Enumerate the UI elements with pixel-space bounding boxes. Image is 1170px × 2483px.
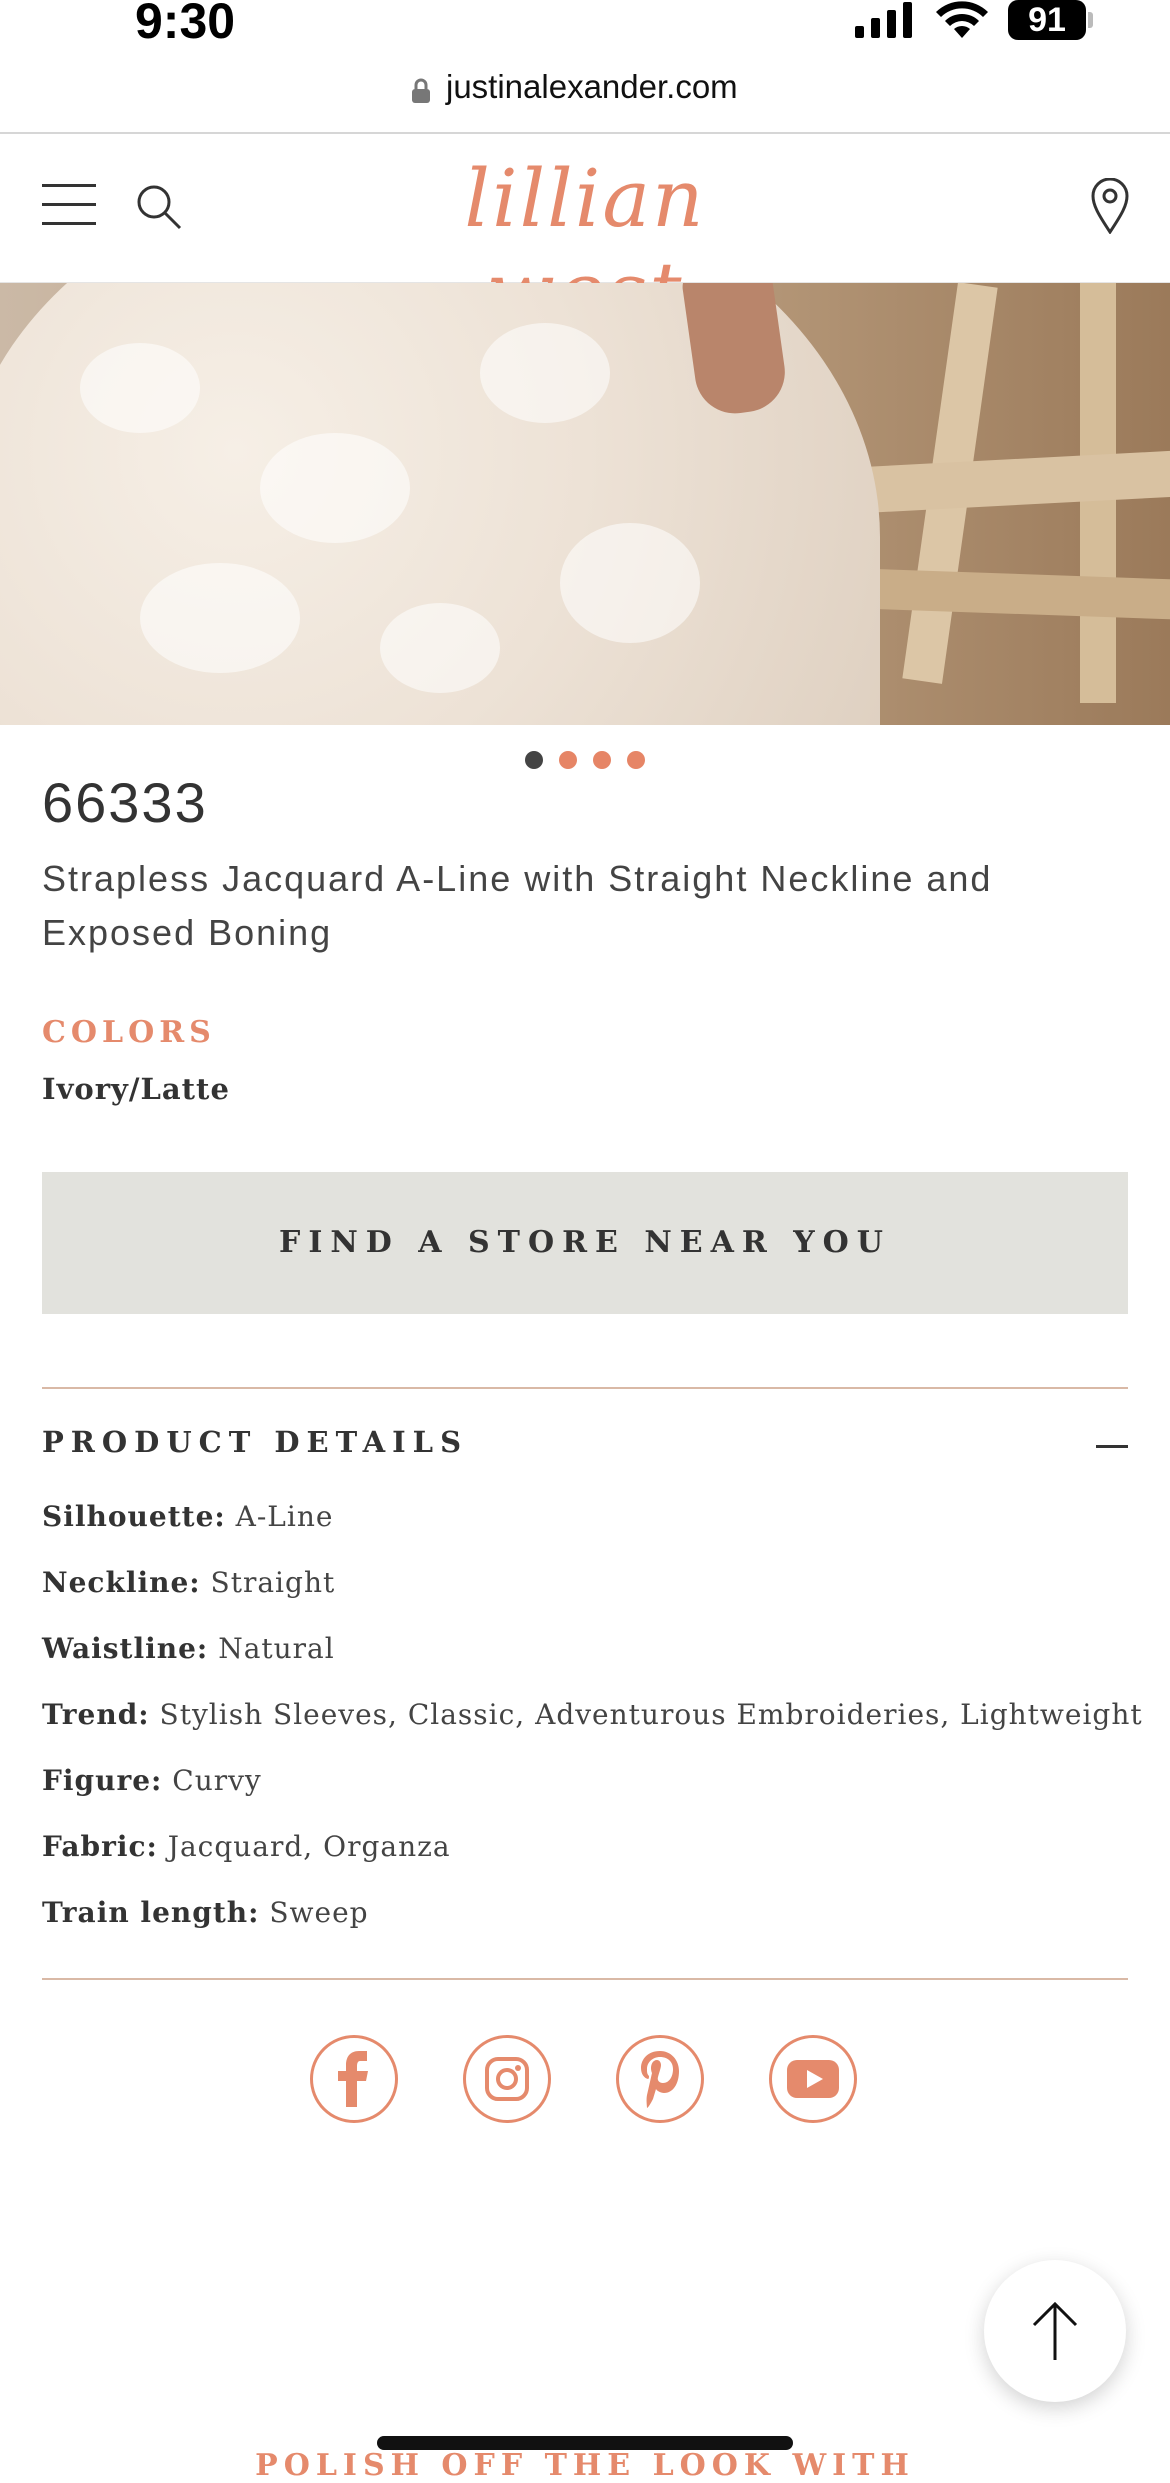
hero-lace-pattern [260, 433, 410, 543]
pinterest-icon [641, 2051, 679, 2108]
hamburger-menu-icon[interactable] [42, 182, 96, 228]
divider [42, 1978, 1128, 1980]
hero-lace-pattern [140, 563, 300, 673]
product-detail-row: Figure: Curvy [42, 1764, 262, 1797]
facebook-link[interactable] [310, 2035, 398, 2123]
hero-lace-pattern [380, 603, 500, 693]
carousel-dot[interactable] [627, 751, 645, 769]
detail-value: A-Line [235, 1500, 334, 1533]
carousel-dots [0, 751, 1170, 771]
product-title: Strapless Jacquard A-Line with Straight … [42, 858, 993, 953]
youtube-icon [787, 2060, 839, 2098]
site-header: lillian west [0, 134, 1170, 338]
carousel-dot[interactable] [525, 751, 543, 769]
url-text[interactable]: justinalexander.com [446, 68, 738, 106]
product-detail-row: Silhouette: A-Line [42, 1500, 333, 1533]
facebook-icon [338, 2051, 368, 2107]
location-pin-icon[interactable] [1090, 178, 1130, 234]
colors-label: COLORS [42, 1015, 216, 1050]
youtube-link[interactable] [769, 2035, 857, 2123]
detail-label: Fabric: [42, 1830, 158, 1863]
browser-url-bar[interactable]: justinalexander.com [0, 60, 1170, 134]
battery-indicator: 91 [1008, 0, 1086, 40]
detail-value: Curvy [172, 1764, 262, 1797]
detail-label: Trend: [42, 1698, 150, 1731]
detail-label: Neckline: [42, 1566, 201, 1599]
hero-lace-pattern [80, 343, 200, 433]
find-store-button[interactable]: FIND A STORE NEAR YOU [42, 1172, 1128, 1314]
product-detail-row: Trend: Stylish Sleeves, Classic, Adventu… [42, 1698, 1143, 1731]
wifi-icon [936, 1, 988, 38]
carousel-dot[interactable] [559, 751, 577, 769]
product-detail-row: Waistline: Natural [42, 1632, 335, 1665]
detail-label: Train length: [42, 1896, 260, 1929]
divider [42, 1387, 1128, 1389]
battery-nub [1088, 12, 1093, 28]
detail-value: Natural [218, 1632, 335, 1665]
colors-value: Ivory/Latte [42, 1072, 230, 1106]
detail-label: Waistline: [42, 1632, 209, 1665]
back-to-top-button[interactable] [984, 2260, 1126, 2402]
product-details-header[interactable]: PRODUCT DETAILS [42, 1425, 468, 1459]
detail-label: Silhouette: [42, 1500, 226, 1533]
instagram-link[interactable] [463, 2035, 551, 2123]
carousel-dot[interactable] [593, 751, 611, 769]
cellular-signal-icon [855, 2, 912, 38]
product-detail-row: Neckline: Straight [42, 1566, 335, 1599]
hero-lace-pattern [560, 523, 700, 643]
detail-value: Straight [210, 1566, 336, 1599]
product-detail-row: Train length: Sweep [42, 1896, 369, 1929]
hero-lace-pattern [480, 323, 610, 423]
collapse-minus-icon[interactable] [1096, 1445, 1128, 1448]
instagram-icon [485, 2057, 529, 2101]
lock-icon [412, 78, 430, 103]
search-icon[interactable] [136, 184, 182, 230]
polish-off-heading: POLISH OFF THE LOOK WITH [255, 2448, 915, 2483]
pinterest-link[interactable] [616, 2035, 704, 2123]
product-detail-row: Fabric: Jacquard, Organza [42, 1830, 451, 1863]
home-indicator[interactable] [377, 2436, 793, 2450]
detail-value: Sweep [269, 1896, 369, 1929]
status-bar: 9:30 91 [0, 0, 1170, 60]
product-code: 66333 [42, 771, 208, 834]
arrow-up-icon [1032, 2301, 1078, 2360]
product-hero-image[interactable] [0, 283, 1170, 725]
detail-value: Jacquard, Organza [167, 1830, 451, 1863]
detail-value: Stylish Sleeves, Classic, Adventurous Em… [159, 1698, 1143, 1731]
detail-label: Figure: [42, 1764, 163, 1797]
status-time: 9:30 [135, 0, 236, 49]
